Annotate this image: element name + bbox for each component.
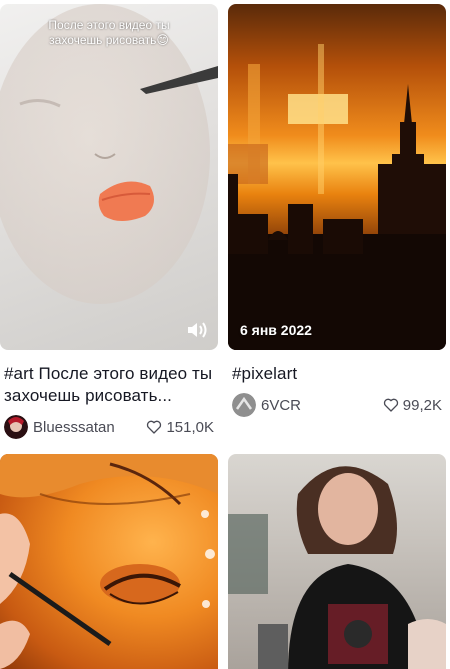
- avatar[interactable]: [4, 415, 28, 439]
- video-card-4[interactable]: [228, 454, 446, 669]
- video-card-1[interactable]: После этого видео ты захочешь рисовать😊 …: [0, 4, 218, 439]
- sound-on-icon[interactable]: [186, 320, 208, 340]
- video-thumbnail[interactable]: После этого видео ты захочешь рисовать😊: [0, 4, 218, 350]
- video-caption[interactable]: #pixelart: [232, 363, 442, 385]
- like-count-value: 151,0K: [166, 418, 214, 436]
- author[interactable]: 6VCR: [232, 393, 301, 417]
- like-count-value: 99,2K: [402, 396, 442, 414]
- video-card-2[interactable]: 6 янв 2022 #pixelart 6VCR 99,2K: [228, 4, 446, 417]
- video-card-3[interactable]: [0, 454, 218, 669]
- like-count: 99,2K: [383, 397, 442, 414]
- pixel-city-artwork: [228, 44, 446, 350]
- heart-outline-icon: [147, 420, 162, 434]
- face-painting-artwork: [0, 454, 218, 669]
- heart-outline-icon: [383, 398, 398, 412]
- sketch-artwork: [0, 4, 218, 304]
- video-thumbnail[interactable]: [0, 454, 218, 669]
- like-count: 151,0K: [146, 419, 214, 436]
- video-caption[interactable]: #art После этого видео ты захочешь рисов…: [4, 363, 214, 407]
- author[interactable]: Bluesssatan: [4, 415, 115, 439]
- video-thumbnail[interactable]: [228, 454, 446, 669]
- video-thumbnail[interactable]: 6 янв 2022: [228, 4, 446, 350]
- avatar[interactable]: [232, 393, 256, 417]
- date-badge: 6 янв 2022: [240, 322, 312, 338]
- person-video-still: [228, 466, 446, 669]
- author-name[interactable]: 6VCR: [261, 397, 301, 414]
- author-name[interactable]: Bluesssatan: [33, 419, 115, 436]
- video-overlay-text: После этого видео ты захочешь рисовать😊: [48, 18, 170, 47]
